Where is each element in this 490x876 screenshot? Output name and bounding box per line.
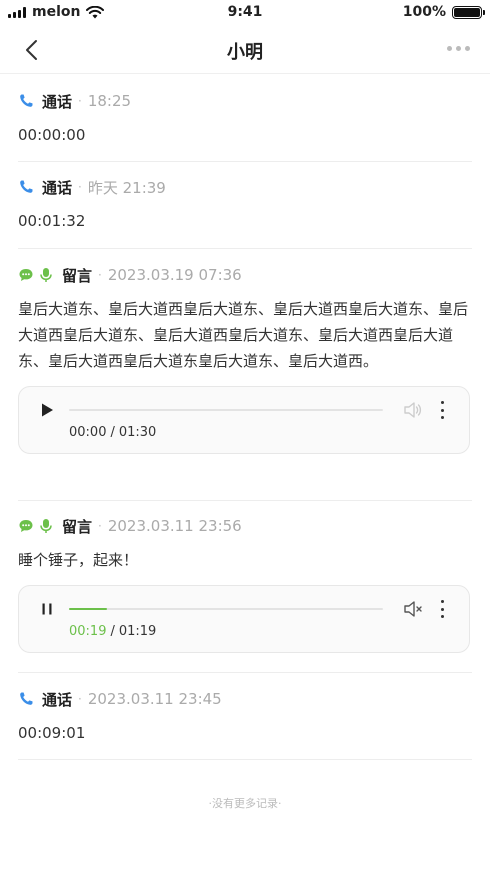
audio-player: 00:19/01:19 — [18, 585, 470, 653]
playback-time: 00:19/01:19 — [69, 624, 157, 639]
total-time: 01:30 — [118, 425, 157, 440]
status-bar: melon 9:41 100% — [0, 0, 490, 26]
progress-fill — [69, 608, 107, 610]
current-time: 00:00 — [69, 425, 107, 440]
more-options-icon[interactable] — [447, 46, 470, 51]
page-title: 小明 — [227, 42, 263, 63]
progress-track[interactable] — [69, 608, 383, 610]
nav-bar: 小明 — [0, 26, 490, 74]
microphone-icon — [40, 268, 52, 282]
player-menu-icon[interactable] — [439, 600, 445, 618]
phone-icon — [20, 692, 33, 705]
message-transcript: 睡个锤子，起来！ — [18, 551, 139, 569]
message-record[interactable]: 留言 · 2023.03.11 23:56 睡个锤子，起来！ 00:19/01:… — [18, 515, 472, 673]
play-icon[interactable] — [39, 402, 55, 418]
record-header: 通话 · 昨天 21:39 — [18, 176, 472, 198]
separator-dot: · — [98, 519, 102, 533]
record-time: 2023.03.11 23:45 — [87, 690, 222, 708]
end-of-list-label: ·没有更多记录· — [208, 797, 282, 810]
record-type: 通话 — [42, 178, 73, 197]
record-time: 18:25 — [87, 92, 132, 110]
record-time: 2023.03.19 07:36 — [107, 266, 242, 284]
total-time: 01:19 — [118, 624, 157, 639]
record-type: 通话 — [42, 690, 73, 709]
record-header: 通话 · 2023.03.11 23:45 — [18, 688, 472, 710]
record-type: 留言 — [62, 517, 93, 536]
phone-icon — [20, 94, 33, 107]
record-time: 2023.03.11 23:56 — [107, 517, 242, 535]
record-header: 留言 · 2023.03.19 07:36 — [18, 264, 472, 286]
message-transcript: 皇后大道东、皇后大道西皇后大道东、皇后大道西皇后大道东、皇后大道西皇后大道东、皇… — [18, 300, 469, 370]
audio-player: 00:00/01:30 — [18, 386, 470, 454]
call-duration: 00:00:00 — [18, 126, 86, 144]
record-time: 昨天 21:39 — [87, 178, 166, 197]
call-record[interactable]: 通话 · 昨天 21:39 00:01:32 — [18, 176, 472, 249]
separator-dot: · — [78, 180, 82, 194]
call-record[interactable]: 通话 · 2023.03.11 23:45 00:09:01 — [18, 688, 472, 760]
battery-percent: 100% — [402, 4, 446, 20]
mute-icon[interactable] — [403, 600, 423, 618]
separator-dot: · — [78, 692, 82, 706]
call-record[interactable]: 通话 · 18:25 00:00:00 — [18, 90, 472, 162]
chat-bubble-icon — [19, 269, 33, 281]
progress-track[interactable] — [69, 409, 383, 411]
microphone-icon — [40, 519, 52, 533]
record-header: 通话 · 18:25 — [18, 90, 472, 112]
chat-bubble-icon — [19, 520, 33, 532]
message-record[interactable]: 留言 · 2023.03.19 07:36 皇后大道东、皇后大道西皇后大道东、皇… — [18, 264, 472, 501]
call-duration: 00:01:32 — [18, 212, 86, 230]
record-type: 留言 — [62, 266, 93, 285]
call-duration: 00:09:01 — [18, 724, 86, 742]
phone-icon — [20, 180, 33, 193]
record-type: 通话 — [42, 92, 73, 111]
separator-dot: · — [78, 94, 82, 108]
separator-dot: · — [98, 268, 102, 282]
pause-icon[interactable] — [39, 601, 55, 617]
playback-time: 00:00/01:30 — [69, 425, 157, 440]
status-right: 100% — [402, 4, 485, 20]
player-menu-icon[interactable] — [439, 401, 445, 419]
record-header: 留言 · 2023.03.11 23:56 — [18, 515, 472, 537]
battery-icon — [452, 5, 485, 19]
volume-icon[interactable] — [403, 401, 423, 419]
current-time: 00:19 — [69, 624, 107, 639]
